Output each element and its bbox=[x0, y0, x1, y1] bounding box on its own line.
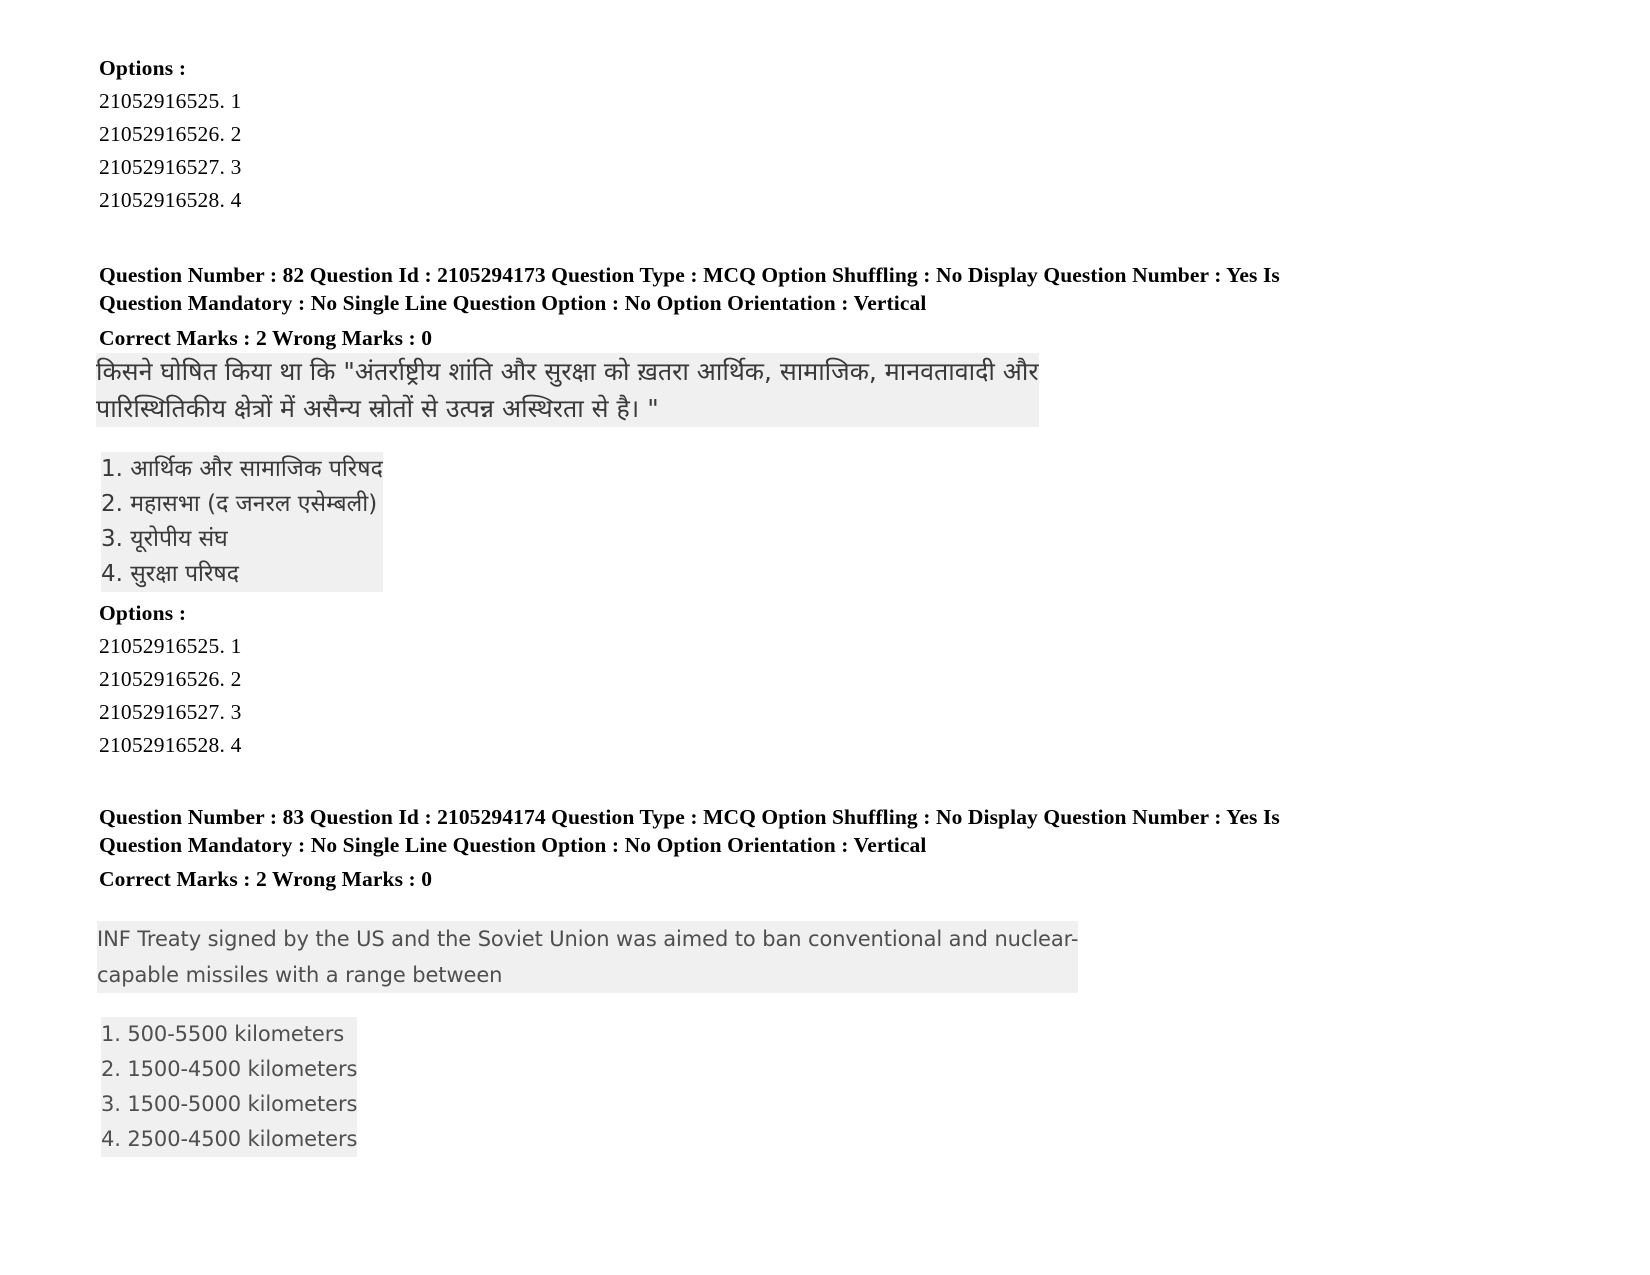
question-82-marks: Correct Marks : 2 Wrong Marks : 0 bbox=[99, 326, 433, 350]
choice-item[interactable]: 3. 1500-5000 kilometers bbox=[101, 1087, 357, 1122]
question-body-line: INF Treaty signed by the US and the Sovi… bbox=[97, 921, 1078, 957]
option-id-row: 21052916525. 1 bbox=[99, 634, 242, 658]
question-body-line: capable missiles with a range between bbox=[97, 957, 1079, 993]
question-meta-line-1: Question Number : 82 Question Id : 21052… bbox=[99, 263, 1280, 287]
option-id-row: 21052916527. 3 bbox=[99, 700, 242, 724]
option-id-row: 21052916528. 4 bbox=[99, 733, 242, 757]
option-id-row: 21052916527. 3 bbox=[99, 155, 242, 179]
question-82-options-block: Options : 21052916525. 1 21052916526. 2 … bbox=[99, 597, 242, 762]
options-label: Options : bbox=[99, 56, 187, 80]
choice-item[interactable]: 4. सुरक्षा परिषद bbox=[101, 557, 383, 592]
question-82-meta: Question Number : 82 Question Id : 21052… bbox=[99, 261, 1499, 317]
option-id-row: 21052916526. 2 bbox=[99, 122, 242, 146]
question-meta-line-1: Question Number : 83 Question Id : 21052… bbox=[99, 805, 1280, 829]
question-83-choices: 1. 500-5500 kilometers 2. 1500-4500 kilo… bbox=[101, 1017, 357, 1157]
choice-item[interactable]: 2. 1500-4500 kilometers bbox=[101, 1052, 357, 1087]
choice-item[interactable]: 4. 2500-4500 kilometers bbox=[101, 1122, 357, 1157]
choice-item[interactable]: 2. महासभा (द जनरल एसेम्बली) bbox=[101, 487, 383, 522]
top-options-block: Options : 21052916525. 1 21052916526. 2 … bbox=[99, 52, 242, 217]
option-id-row: 21052916525. 1 bbox=[99, 89, 242, 113]
option-id-row: 21052916526. 2 bbox=[99, 667, 242, 691]
question-meta-line-2: Question Mandatory : No Single Line Ques… bbox=[99, 833, 927, 857]
question-body-line: किसने घोषित किया था कि "अंतर्राष्ट्रीय श… bbox=[96, 353, 1039, 390]
question-82-choices: 1. आर्थिक और सामाजिक परिषद 2. महासभा (द … bbox=[101, 452, 383, 592]
question-meta-line-2: Question Mandatory : No Single Line Ques… bbox=[99, 291, 927, 315]
question-83-body: INF Treaty signed by the US and the Sovi… bbox=[97, 921, 1078, 993]
choice-item[interactable]: 1. 500-5500 kilometers bbox=[101, 1017, 358, 1052]
options-label: Options : bbox=[99, 601, 187, 625]
choice-item[interactable]: 1. आर्थिक और सामाजिक परिषद bbox=[101, 452, 383, 487]
question-83-marks: Correct Marks : 2 Wrong Marks : 0 bbox=[99, 867, 433, 891]
option-id-row: 21052916528. 4 bbox=[99, 188, 242, 212]
question-body-line: पारिस्थितिकीय क्षेत्रों में असैन्य स्रोत… bbox=[96, 390, 1039, 427]
question-82-body: किसने घोषित किया था कि "अंतर्राष्ट्रीय श… bbox=[96, 353, 1039, 427]
document-page: Options : 21052916525. 1 21052916526. 2 … bbox=[0, 0, 1650, 1275]
question-83-meta: Question Number : 83 Question Id : 21052… bbox=[99, 803, 1499, 859]
choice-item[interactable]: 3. यूरोपीय संघ bbox=[101, 522, 383, 557]
